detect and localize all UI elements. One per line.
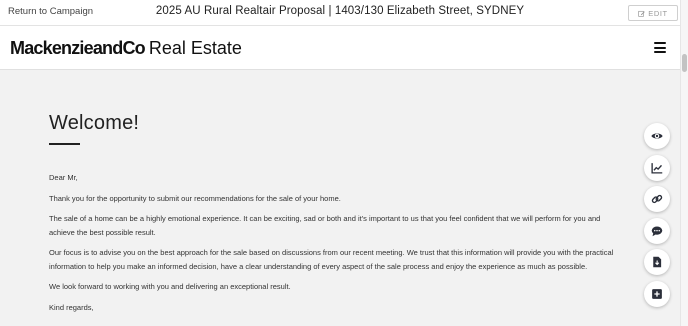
comment-icon (651, 226, 663, 237)
scrollbar-thumb[interactable] (682, 54, 687, 72)
file-download-icon (653, 256, 662, 268)
view-button[interactable] (644, 123, 670, 149)
vertical-scrollbar[interactable] (680, 0, 688, 326)
plus-square-icon (652, 289, 662, 299)
letter-paragraph: The sale of a home can be a highly emoti… (49, 214, 601, 237)
top-bar: Return to Campaign 2025 AU Rural Realtai… (0, 0, 680, 26)
letter-paragraph: Our focus is to advise you on the best a… (49, 248, 614, 271)
hamburger-menu-icon[interactable] (654, 42, 666, 53)
analytics-button[interactable] (644, 155, 670, 181)
edit-button-label: EDIT (648, 8, 668, 18)
share-link-button[interactable] (644, 186, 670, 212)
welcome-heading: Welcome! (49, 112, 140, 134)
brand-logo[interactable]: MackenzieandCo Real Estate (10, 38, 242, 59)
pencil-square-icon (638, 10, 646, 17)
comments-button[interactable] (644, 218, 670, 244)
download-button[interactable] (644, 249, 670, 275)
proposal-title: 2025 AU Rural Realtair Proposal | 1403/1… (155, 5, 525, 17)
add-section-button[interactable] (644, 281, 670, 307)
welcome-section: Welcome! Dear Mr, Thank you for the oppo… (49, 112, 619, 321)
heading-underline (49, 143, 80, 145)
brand-logo-suffix: Real Estate (148, 38, 242, 58)
site-header: MackenzieandCo Real Estate (0, 26, 680, 70)
brand-logo-name: MackenzieandCo (10, 38, 146, 58)
eye-icon (651, 133, 663, 139)
letter-paragraph: Thank you for the opportunity to submit … (49, 193, 341, 203)
link-icon (651, 194, 663, 204)
closing: Kind regards, (49, 302, 94, 312)
edit-button[interactable]: EDIT (628, 5, 678, 21)
letter-body: Dear Mr, Thank you for the opportunity t… (49, 171, 619, 314)
chart-line-icon (651, 163, 663, 174)
salutation: Dear Mr, (49, 173, 78, 182)
letter-paragraph: We look forward to working with you and … (49, 282, 291, 291)
